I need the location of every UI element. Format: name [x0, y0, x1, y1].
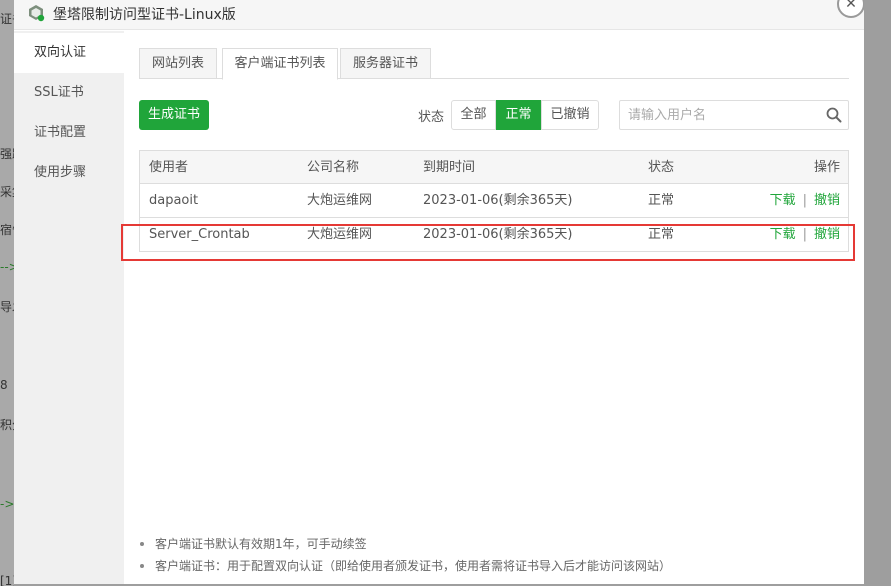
background-text: [1]	[0, 574, 14, 586]
sidebar-item-cert-config[interactable]: 证书配置	[14, 113, 124, 153]
main-panel: 网站列表 客户端证书列表 服务器证书 生成证书 状态 全部 正常 已撤销 请输入…	[124, 31, 864, 584]
cell-status: 正常	[648, 227, 675, 242]
dialog-titlebar: 堡塔限制访问型证书-Linux版 ✕	[14, 0, 864, 30]
search-box	[619, 100, 849, 130]
background-text: 宿告	[0, 223, 14, 237]
tab-site-list[interactable]: 网站列表	[139, 48, 217, 79]
background-text: ->数	[0, 497, 14, 511]
cell-company: 大炮运维网	[307, 193, 373, 208]
filter-all[interactable]: 全部	[451, 100, 496, 130]
search-input[interactable]	[620, 101, 816, 129]
revoke-link[interactable]: 撤销	[814, 227, 840, 242]
tab-client-cert-list[interactable]: 客户端证书列表	[222, 48, 338, 80]
background-page: 证书 强跳 采集 宿告 --> 导发 8 积分 ->数 [1]	[0, 0, 14, 586]
dialog-title: 堡塔限制访问型证书-Linux版	[53, 7, 236, 23]
cell-company: 大炮运维网	[307, 227, 373, 242]
status-filter-label: 状态	[418, 110, 445, 125]
cell-user: Server_Crontab	[149, 227, 250, 242]
background-text: 8	[0, 378, 8, 392]
cell-ops: 下载 | 撤销	[770, 184, 840, 218]
background-text: 强跳	[0, 147, 14, 161]
cell-ops: 下载 | 撤销	[770, 218, 840, 252]
download-link[interactable]: 下载	[770, 227, 796, 242]
sidebar-item-label: SSL证书	[34, 85, 84, 100]
notes-list: 客户端证书默认有效期1年，可手动续签 客户端证书：用于配置双向认证（即给使用者颁…	[139, 533, 849, 577]
sidebar-item-label: 双向认证	[34, 45, 87, 60]
table-row: Server_Crontab 大炮运维网 2023-01-06(剩余365天) …	[139, 218, 849, 252]
column-header-status: 状态	[648, 160, 675, 175]
sidebar-item-usage-steps[interactable]: 使用步骤	[14, 153, 124, 193]
ops-separator: |	[802, 227, 807, 242]
column-header-ops: 操作	[813, 160, 840, 175]
sidebar-item-two-way-auth[interactable]: 双向认证	[14, 33, 124, 73]
tab-bar: 网站列表 客户端证书列表 服务器证书	[139, 48, 849, 80]
cell-expire: 2023-01-06(剩余365天)	[423, 193, 573, 208]
background-page-right	[864, 0, 891, 586]
column-header-company: 公司名称	[307, 160, 360, 175]
generate-cert-button[interactable]: 生成证书	[139, 100, 209, 130]
tab-label: 客户端证书列表	[234, 56, 326, 71]
cell-user: dapaoit	[149, 193, 199, 208]
background-text: 导发	[0, 300, 14, 314]
certificate-dialog: 堡塔限制访问型证书-Linux版 ✕ 双向认证 SSL证书 证书配置 使用步骤 …	[14, 0, 864, 584]
column-header-expire: 到期时间	[423, 160, 476, 175]
sidebar-item-label: 证书配置	[34, 125, 87, 140]
cell-expire: 2023-01-06(剩余365天)	[423, 227, 573, 242]
search-icon[interactable]	[826, 107, 842, 123]
note-item: 客户端证书默认有效期1年，可手动续签	[139, 533, 849, 555]
filter-revoked[interactable]: 已撤销	[541, 100, 599, 130]
tab-label: 服务器证书	[352, 56, 418, 71]
background-text: 采集	[0, 185, 14, 199]
close-icon[interactable]: ✕	[837, 0, 864, 18]
tab-server-cert[interactable]: 服务器证书	[340, 48, 431, 79]
table-row: dapaoit 大炮运维网 2023-01-06(剩余365天) 正常 下载 | 撤…	[139, 184, 849, 218]
background-text: 证书	[0, 12, 14, 26]
filter-normal[interactable]: 正常	[496, 100, 541, 130]
sidebar: 双向认证 SSL证书 证书配置 使用步骤	[14, 31, 124, 584]
column-header-user: 使用者	[149, 160, 189, 175]
table-header-row: 使用者 公司名称 到期时间 状态 操作	[139, 150, 849, 184]
note-item: 客户端证书：用于配置双向认证（即给使用者颁发证书，使用者需将证书导入后才能访问该…	[139, 555, 849, 577]
close-glyph: ✕	[845, 0, 857, 12]
revoke-link[interactable]: 撤销	[814, 193, 840, 208]
tab-label: 网站列表	[151, 56, 204, 71]
download-link[interactable]: 下载	[770, 193, 796, 208]
background-text: -->	[0, 260, 14, 274]
sidebar-item-label: 使用步骤	[34, 165, 87, 180]
cell-status: 正常	[648, 193, 675, 208]
ops-separator: |	[802, 193, 807, 208]
sidebar-item-ssl-cert[interactable]: SSL证书	[14, 73, 124, 113]
bt-panel-logo-icon	[26, 3, 46, 23]
background-text: 积分	[0, 418, 14, 432]
